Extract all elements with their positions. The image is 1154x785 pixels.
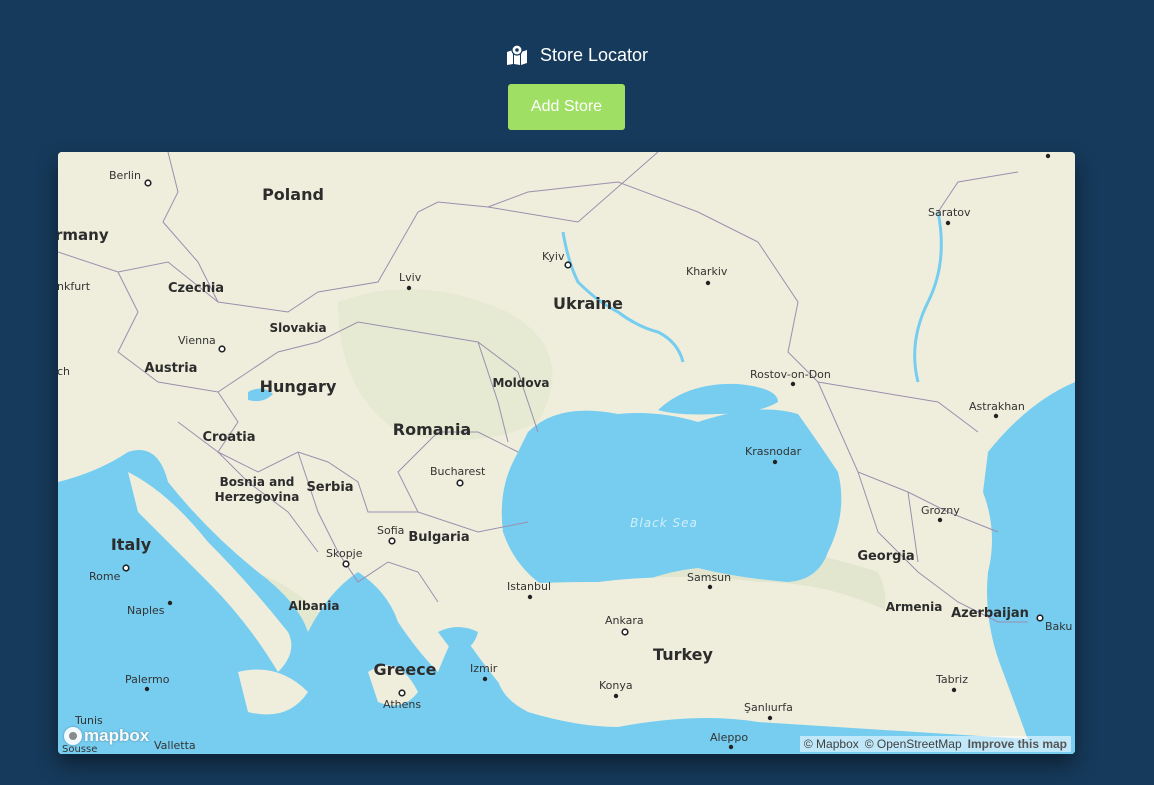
label-ukraine: Ukraine — [553, 294, 623, 313]
city-istanbul: Istanbul — [507, 580, 551, 593]
header: Store Locator — [0, 44, 1154, 66]
label-hungary: Hungary — [260, 377, 337, 396]
label-croatia: Croatia — [202, 430, 255, 445]
city-dot — [388, 537, 396, 545]
label-bulgaria: Bulgaria — [408, 530, 469, 545]
city-grozny: Grozny — [921, 504, 960, 517]
city-sofia: Sofia — [377, 524, 404, 537]
map-canvas[interactable]: Poland rmany Czechia Slovakia Austria Hu… — [58, 152, 1075, 754]
city-dot — [144, 686, 150, 692]
city-dot — [767, 715, 773, 721]
label-bosnia: Bosnia and — [220, 475, 295, 489]
label-albania: Albania — [289, 599, 340, 613]
label-turkey: Turkey — [653, 645, 714, 664]
city-dot — [790, 381, 796, 387]
mapbox-logo-text: mapbox — [84, 726, 150, 745]
city-izmir: Izmir — [470, 662, 498, 675]
city-rome: Rome — [89, 570, 121, 583]
city-dot — [167, 600, 173, 606]
city-rostov: Rostov-on-Don — [750, 368, 831, 381]
map-attribution: © Mapbox © OpenStreetMap Improve this ma… — [799, 736, 1071, 752]
label-slovakia: Slovakia — [269, 321, 326, 335]
city-dot — [406, 285, 412, 291]
label-black-sea: Black Sea — [630, 516, 698, 530]
city-frankfurt: nkfurt — [58, 280, 91, 293]
city-skopje: Skopje — [326, 547, 363, 560]
city-dot — [1045, 153, 1051, 159]
mapbox-logo-icon — [64, 727, 82, 745]
city-dot — [144, 179, 152, 187]
city-vienna: Vienna — [178, 334, 216, 347]
city-valletta: Valletta — [154, 739, 196, 752]
city-partial: ch — [58, 365, 70, 378]
city-dot — [621, 628, 629, 636]
city-dot — [705, 280, 711, 286]
label-armenia: Armenia — [886, 600, 943, 614]
city-dot — [218, 345, 226, 353]
add-store-button[interactable]: Add Store — [508, 84, 625, 130]
city-kharkiv: Kharkiv — [686, 265, 728, 278]
city-dot — [945, 220, 951, 226]
city-bucharest: Bucharest — [430, 465, 486, 478]
city-astrakhan: Astrakhan — [969, 400, 1025, 413]
city-dot — [993, 413, 999, 419]
label-italy: Italy — [111, 535, 152, 554]
improve-map-link[interactable]: Improve this map — [968, 737, 1067, 751]
city-aleppo: Aleppo — [710, 731, 748, 744]
city-ankara: Ankara — [605, 614, 644, 627]
city-dot — [613, 693, 619, 699]
label-poland: Poland — [262, 185, 324, 204]
label-austria: Austria — [145, 361, 198, 376]
city-lviv: Lviv — [399, 271, 422, 284]
page-title: Store Locator — [539, 44, 649, 65]
label-romania: Romania — [393, 420, 471, 439]
city-kyiv: Kyiv — [542, 250, 565, 263]
city-krasnodar: Krasnodar — [745, 445, 802, 458]
label-moldova: Moldova — [492, 376, 549, 390]
label-azerbaijan: Azerbaijan — [951, 606, 1029, 621]
city-naples: Naples — [127, 604, 165, 617]
label-herzegovina: Herzegovina — [215, 490, 300, 504]
city-dot — [951, 687, 957, 693]
city-dot — [1036, 614, 1044, 622]
map-icon — [506, 44, 527, 65]
attribution-osm[interactable]: © OpenStreetMap — [865, 737, 962, 751]
city-samsun: Samsun — [687, 571, 731, 584]
city-dot — [564, 261, 572, 269]
city-athens: Athens — [383, 698, 421, 711]
city-berlin: Berlin — [109, 169, 141, 182]
city-dot — [707, 584, 713, 590]
city-palermo: Palermo — [125, 673, 170, 686]
city-dot — [772, 459, 778, 465]
city-dot — [527, 594, 533, 600]
label-greece: Greece — [373, 660, 436, 679]
city-dot — [398, 689, 406, 697]
label-czechia: Czechia — [168, 281, 224, 296]
attribution-mapbox[interactable]: © Mapbox — [804, 737, 859, 751]
city-sanliurfa: Şanlıurfa — [744, 701, 793, 714]
city-baku: Baku — [1045, 620, 1072, 633]
city-konya: Konya — [599, 679, 633, 692]
label-germany: rmany — [58, 226, 109, 244]
city-dot — [342, 560, 350, 568]
city-dot — [728, 744, 734, 750]
label-serbia: Serbia — [306, 480, 353, 495]
map[interactable]: Poland rmany Czechia Slovakia Austria Hu… — [58, 152, 1075, 754]
label-georgia: Georgia — [857, 549, 914, 564]
city-saratov: Saratov — [928, 206, 971, 219]
mapbox-logo[interactable]: mapbox — [64, 726, 149, 746]
city-dot — [937, 517, 943, 523]
city-dot — [456, 479, 464, 487]
city-dot — [482, 676, 488, 682]
city-dot — [122, 564, 130, 572]
black-sea — [501, 409, 842, 595]
city-tabriz: Tabriz — [935, 673, 968, 686]
